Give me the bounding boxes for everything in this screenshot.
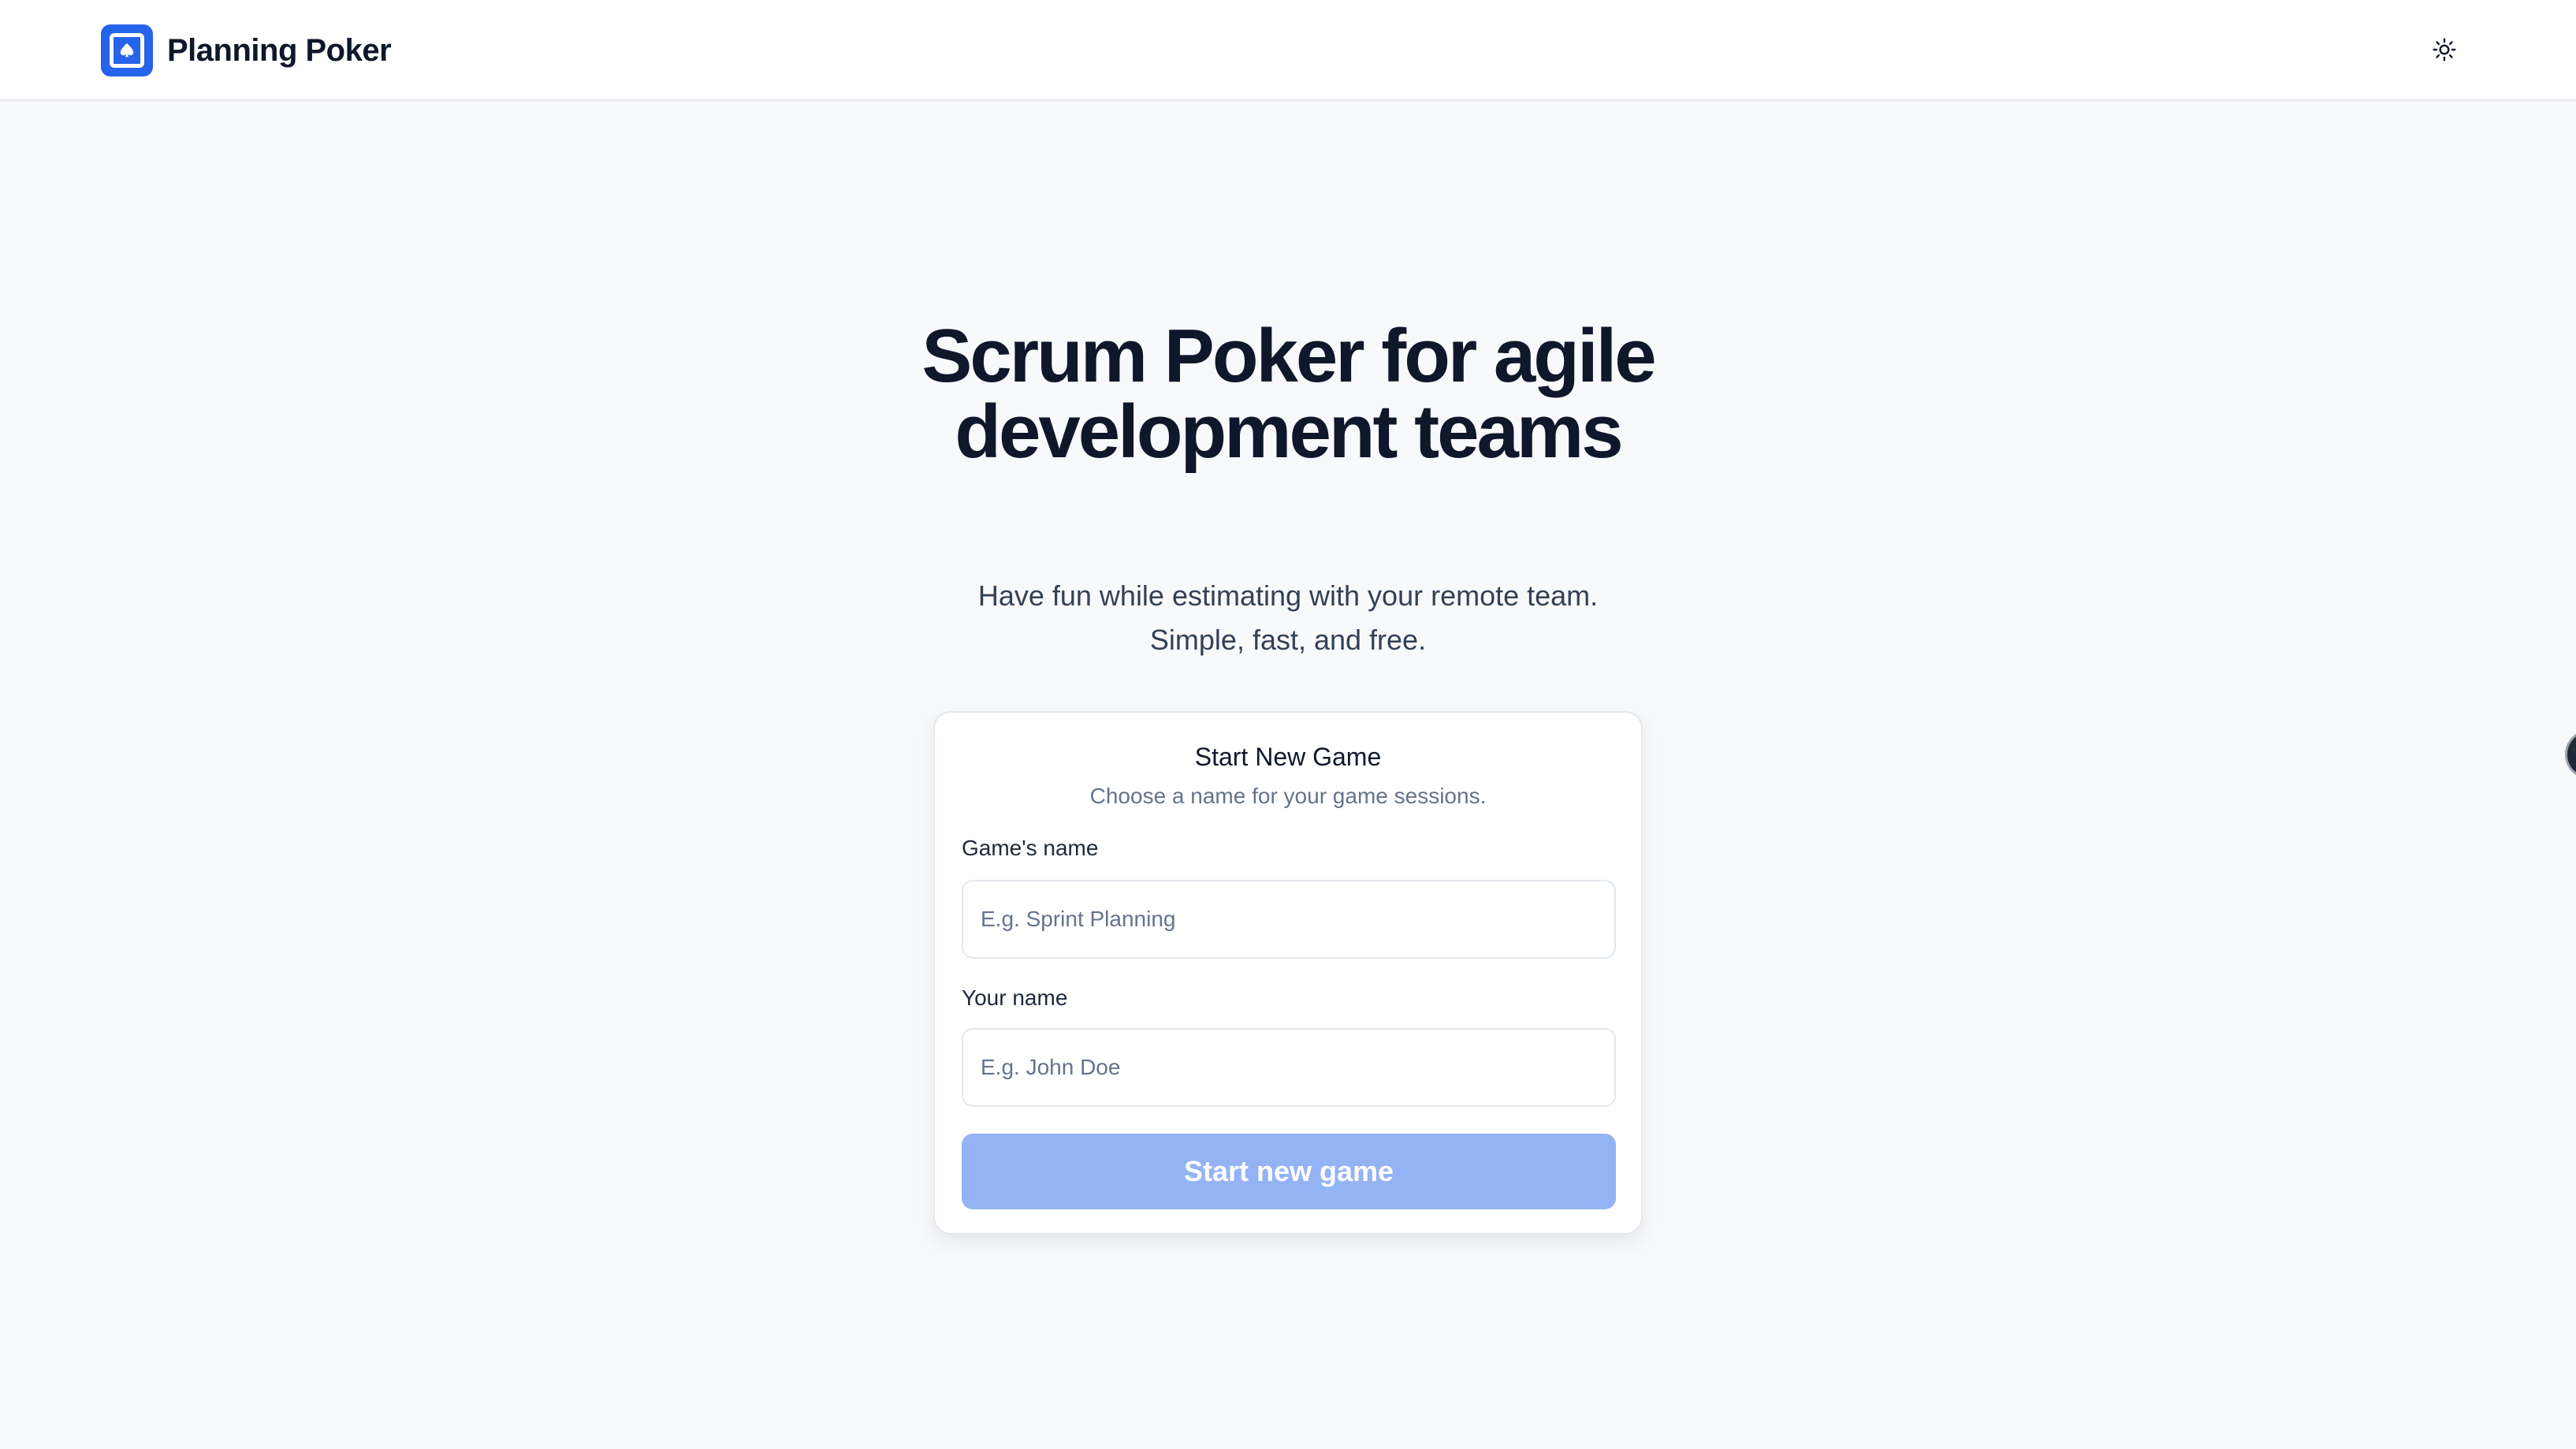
new-game-form: Start New Game Choose a name for your ga…	[933, 711, 1643, 1235]
hero-title: Scrum Poker for agile development teams	[921, 314, 1656, 474]
hero-subtitle-line-1: Have fun while estimating with your remo…	[977, 579, 1599, 612]
your-name-input[interactable]	[962, 1028, 1616, 1107]
hero-subtitle: Have fun while estimating with your remo…	[894, 574, 1682, 662]
brand-link[interactable]: Planning Poker	[101, 24, 392, 77]
brand-name: Planning Poker	[167, 32, 392, 68]
theme-toggle-button[interactable]	[2420, 28, 2469, 73]
hero-subtitle-line-2: Simple, fast, and free.	[1149, 624, 1427, 656]
sun-icon	[2432, 37, 2457, 65]
start-new-game-button[interactable]: Start new game	[962, 1134, 1616, 1209]
your-name-label: Your name	[962, 985, 1068, 1010]
form-subtitle: Choose a name for your game sessions.	[1089, 784, 1487, 808]
spade-icon	[101, 24, 153, 76]
floating-widget-handle[interactable]	[2565, 730, 2576, 779]
top-navigation-bar: Planning Poker	[0, 0, 2576, 101]
game-name-input[interactable]	[962, 880, 1616, 959]
form-title: Start New Game	[1194, 743, 1382, 771]
game-name-label: Game's name	[962, 836, 1099, 860]
